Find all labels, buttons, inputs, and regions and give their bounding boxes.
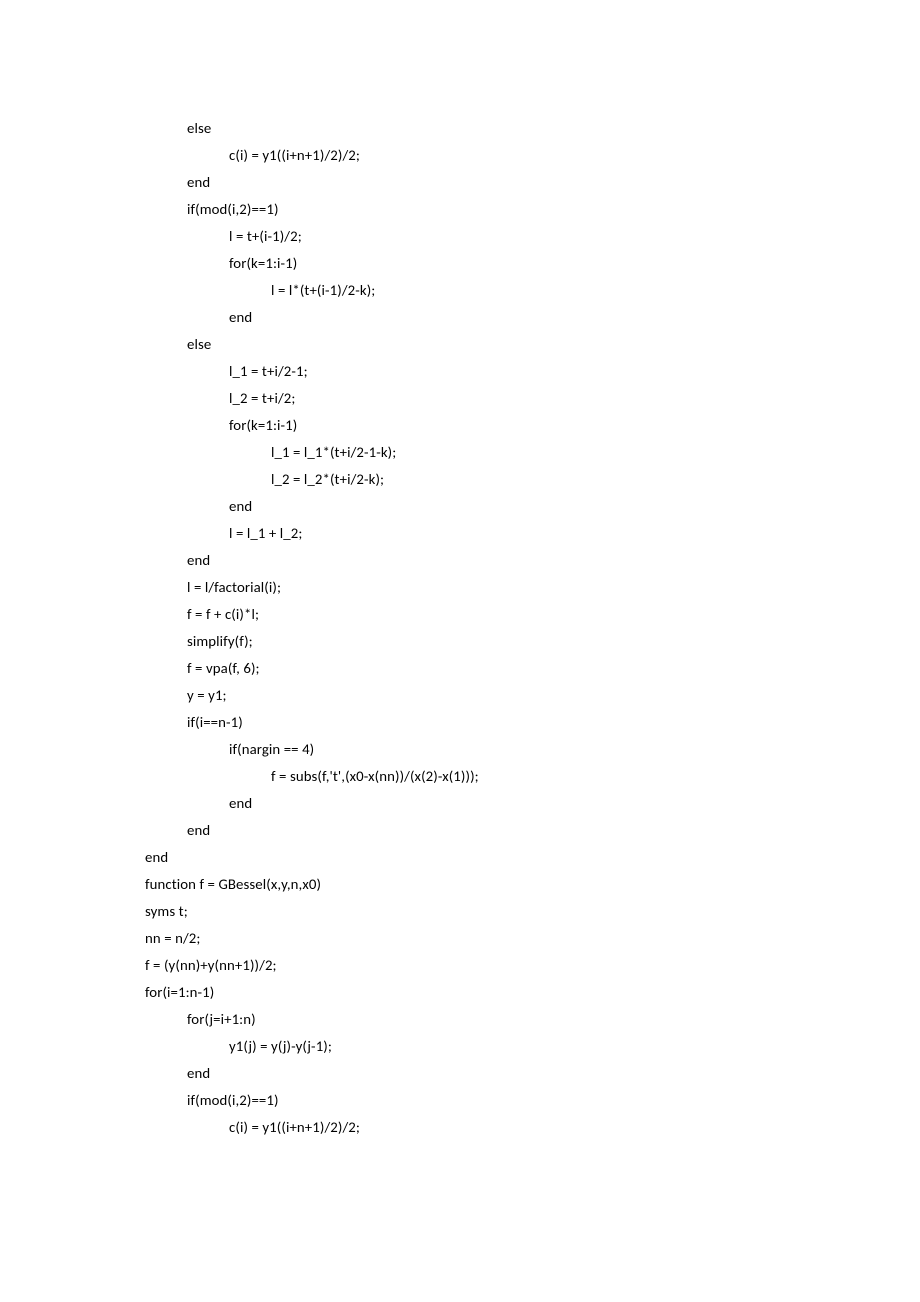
code-line: c(i) = y1((i+n+1)/2)/2;	[145, 1114, 920, 1141]
code-line: y1(j) = y(j)-y(j-1);	[145, 1033, 920, 1060]
code-line: f = subs(f,'t',(x0-x(nn))/(x(2)-x(1)));	[145, 763, 920, 790]
code-line: if(nargin == 4)	[145, 736, 920, 763]
code-line: f = vpa(f, 6);	[145, 655, 920, 682]
code-line: else	[145, 331, 920, 358]
code-line: if(mod(i,2)==1)	[145, 196, 920, 223]
code-line: for(j=i+1:n)	[145, 1006, 920, 1033]
code-line: l = l/factorial(i);	[145, 574, 920, 601]
code-line: function f = GBessel(x,y,n,x0)	[145, 871, 920, 898]
code-line: end	[145, 547, 920, 574]
code-line: end	[145, 1060, 920, 1087]
code-line: l = l_1 + l_2;	[145, 520, 920, 547]
code-line: syms t;	[145, 898, 920, 925]
code-line: y = y1;	[145, 682, 920, 709]
code-line: f = f + c(i)*l;	[145, 601, 920, 628]
code-line: for(k=1:i-1)	[145, 250, 920, 277]
code-line: l = l*(t+(i-1)/2-k);	[145, 277, 920, 304]
code-line: l_1 = l_1*(t+i/2-1-k);	[145, 439, 920, 466]
code-line: simplify(f);	[145, 628, 920, 655]
code-line: c(i) = y1((i+n+1)/2)/2;	[145, 142, 920, 169]
code-line: if(mod(i,2)==1)	[145, 1087, 920, 1114]
code-line: end	[145, 493, 920, 520]
code-line: for(i=1:n-1)	[145, 979, 920, 1006]
code-line: else	[145, 115, 920, 142]
code-line: end	[145, 817, 920, 844]
code-line: for(k=1:i-1)	[145, 412, 920, 439]
document-page: elsec(i) = y1((i+n+1)/2)/2;endif(mod(i,2…	[0, 0, 920, 1302]
code-line: end	[145, 304, 920, 331]
code-line: l_1 = t+i/2-1;	[145, 358, 920, 385]
code-line: l_2 = l_2*(t+i/2-k);	[145, 466, 920, 493]
code-line: l = t+(i-1)/2;	[145, 223, 920, 250]
code-line: if(i==n-1)	[145, 709, 920, 736]
code-line: l_2 = t+i/2;	[145, 385, 920, 412]
code-line: end	[145, 844, 920, 871]
code-line: end	[145, 169, 920, 196]
code-block: elsec(i) = y1((i+n+1)/2)/2;endif(mod(i,2…	[145, 115, 920, 1141]
code-line: nn = n/2;	[145, 925, 920, 952]
code-line: end	[145, 790, 920, 817]
code-line: f = (y(nn)+y(nn+1))/2;	[145, 952, 920, 979]
